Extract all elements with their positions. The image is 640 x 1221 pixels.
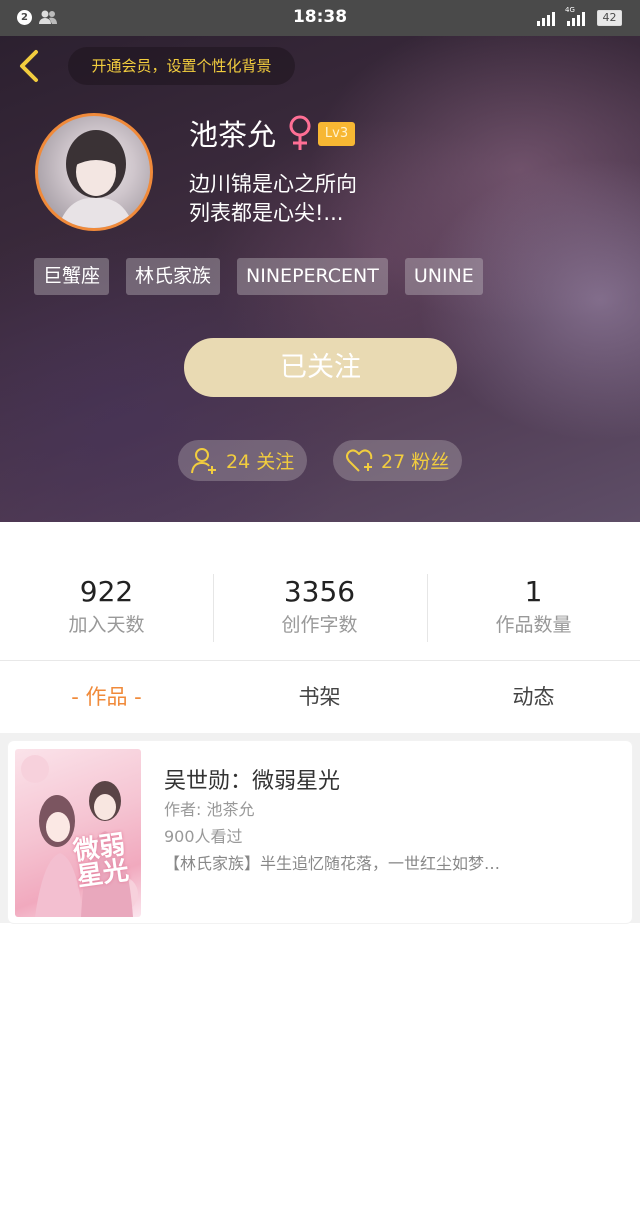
female-gender-icon [289, 115, 311, 150]
tag-list: 巨蟹座 林氏家族 NINEPERCENT UNINE [34, 258, 483, 295]
tab-works[interactable]: - 作品 - [0, 661, 213, 733]
tab-bar: - 作品 - 书架 动态 [0, 661, 640, 733]
avatar-portrait-icon [58, 130, 134, 228]
back-arrow-icon[interactable] [14, 47, 46, 85]
signal-strength-2-icon [567, 12, 585, 26]
username: 池茶允 [189, 118, 277, 152]
profile-header: 2 18:38 4G 42 开通会员，设置个性化背景 池茶允 Lv3 边川锦是心… [0, 0, 640, 522]
stat-value: 1 [524, 575, 543, 608]
level-badge: Lv3 [318, 122, 355, 146]
heart-plus-icon [346, 448, 373, 472]
book-title: 吴世勋：微弱星光 [164, 769, 341, 794]
vip-background-prompt[interactable]: 开通会员，设置个性化背景 [68, 47, 295, 85]
signal-strength-icon [537, 12, 555, 26]
book-cover: 微弱星光 [15, 749, 141, 917]
stat-value: 3356 [283, 575, 356, 608]
tag-item[interactable]: 林氏家族 [126, 258, 221, 295]
tag-item[interactable]: UNINE [404, 258, 483, 295]
stat-word-count: 3356 创作字数 [213, 574, 426, 640]
battery-indicator: 42 [597, 10, 622, 26]
stat-join-days: 922 加入天数 [0, 574, 213, 640]
stats-row: 922 加入天数 3356 创作字数 1 作品数量 [0, 560, 640, 660]
stat-label: 加入天数 [68, 614, 145, 636]
bio-line-2: 列表都是心尖!... [189, 201, 344, 225]
bio: 边川锦是心之所向 列表都是心尖!... [189, 170, 509, 228]
book-views: 900人看过 [164, 827, 243, 846]
list-item[interactable]: 微弱星光 吴世勋：微弱星光 作者: 池茶允 900人看过 【林氏家族】半生追忆随… [8, 741, 632, 923]
cover-title: 微弱星光 [71, 829, 131, 893]
following-count-label: 24 关注 [226, 451, 295, 473]
bio-line-1: 边川锦是心之所向 [189, 172, 357, 196]
avatar[interactable] [35, 113, 153, 231]
book-author: 作者: 池茶允 [164, 800, 255, 819]
stat-label: 创作字数 [281, 614, 358, 636]
fans-count-label: 27 粉丝 [381, 451, 450, 473]
tag-item[interactable]: 巨蟹座 [34, 258, 110, 295]
status-bar: 2 18:38 4G 42 [0, 0, 640, 36]
stat-value: 922 [79, 575, 134, 608]
fans-count-button[interactable]: 27 粉丝 [333, 440, 462, 481]
stat-works-count: 1 作品数量 [427, 574, 640, 640]
book-description: 【林氏家族】半生追忆随花落，一世红尘如梦… [164, 854, 501, 873]
tab-activity[interactable]: 动态 [427, 661, 640, 733]
following-count-button[interactable]: 24 关注 [178, 440, 307, 481]
following-button[interactable]: 已关注 [184, 338, 457, 397]
stat-label: 作品数量 [495, 614, 572, 636]
add-user-icon [191, 447, 216, 474]
tag-item[interactable]: NINEPERCENT [237, 258, 388, 295]
tab-bookshelf[interactable]: 书架 [213, 661, 426, 733]
